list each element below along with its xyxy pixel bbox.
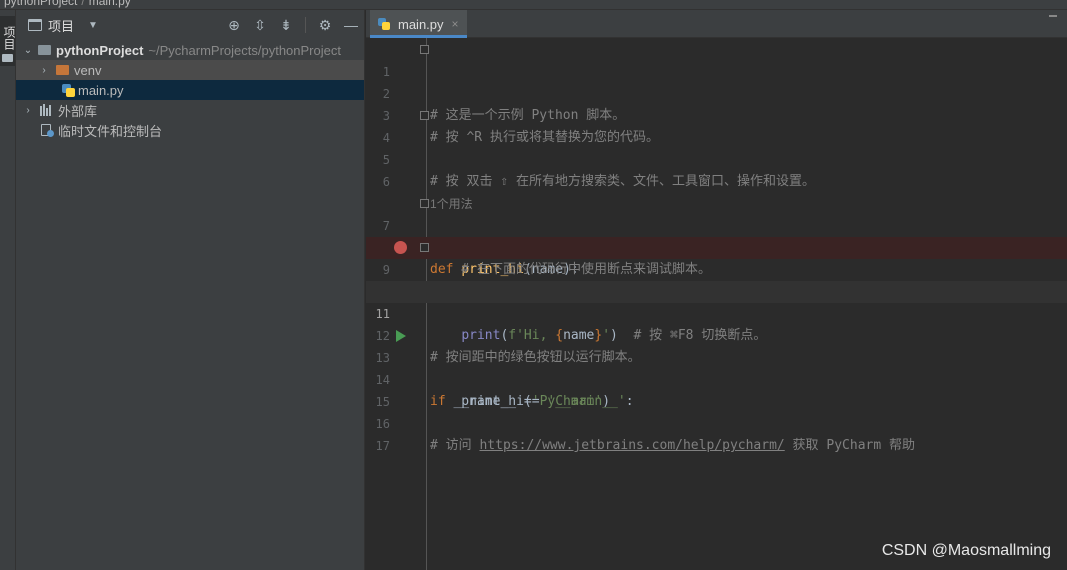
project-panel-title[interactable]: 项目 bbox=[48, 16, 74, 35]
code-line[interactable]: 7 def print_hi(name): bbox=[366, 193, 1067, 277]
collapse-all-icon[interactable]: ⇟ bbox=[279, 18, 293, 32]
code-line[interactable]: 8 # 在下面的代码行中使用断点来调试脚本。 bbox=[366, 215, 1067, 277]
expand-all-icon[interactable]: ⇳ bbox=[253, 18, 267, 32]
ide-window: pythonProject / main.py 项目 项目 ▼ ⊕ ⇳ ⇟ ⚙ … bbox=[0, 0, 1067, 570]
project-panel-toolbar: ⊕ ⇳ ⇟ ⚙ — bbox=[227, 10, 358, 40]
code-line[interactable]: 14 print_hi('PyCharm') bbox=[366, 347, 1067, 409]
breakpoint-icon[interactable] bbox=[394, 241, 408, 255]
breadcrumb-file[interactable]: main.py bbox=[89, 0, 131, 8]
toolbar-divider bbox=[305, 17, 306, 33]
code-line[interactable]: 16 # 访问 https://www.jetbrains.com/help/p… bbox=[366, 391, 1067, 453]
code-line[interactable]: 5 bbox=[366, 127, 1067, 167]
tab-main-py[interactable]: main.py × bbox=[370, 10, 467, 38]
tree-item-label: main.py bbox=[78, 82, 124, 98]
excluded-folder-icon bbox=[56, 65, 69, 75]
code-line-breakpoint[interactable]: 9 print(f'Hi, {name}') # 按 ⌘F8 切换断点。 bbox=[366, 237, 1067, 343]
chevron-down-icon[interactable]: ⌄ bbox=[22, 45, 34, 56]
code-line[interactable]: 6 bbox=[366, 149, 1067, 189]
scratch-console-icon bbox=[40, 123, 54, 137]
code-comment: # 访问 bbox=[430, 438, 480, 453]
folder-icon bbox=[2, 54, 13, 62]
project-root-name: pythonProject bbox=[56, 42, 144, 58]
line-number: 17 bbox=[375, 439, 390, 453]
tree-item-label: venv bbox=[74, 62, 102, 78]
project-root-path: ~/PycharmProjects/pythonProject bbox=[148, 42, 341, 58]
library-icon bbox=[40, 104, 54, 116]
breadcrumb-project[interactable]: pythonProject bbox=[4, 0, 77, 8]
watermark: CSDN @Maosmallming bbox=[881, 542, 1051, 559]
code-line-current[interactable]: 11 bbox=[366, 281, 1067, 321]
code-line[interactable]: 3 # 按 ^R 执行或将其替换为您的代码。 bbox=[366, 83, 1067, 145]
navigation-bar: pythonProject / main.py bbox=[0, 0, 1067, 10]
code-editor[interactable]: 1 # 这是一个示例 Python 脚本。 2 3 # 按 ^R 执行或将其替换… bbox=[366, 38, 1067, 570]
code-line[interactable]: 13 if __name__ == '__main__': bbox=[366, 325, 1067, 409]
scroll-indicator bbox=[1049, 15, 1057, 17]
code-line[interactable]: 17 bbox=[366, 413, 1067, 453]
chevron-right-icon[interactable]: › bbox=[38, 65, 50, 76]
code-line[interactable]: 4 # 按 双击 ⇧ 在所有地方搜索类、文件、工具窗口、操作和设置。 bbox=[366, 105, 1067, 189]
breadcrumb: pythonProject / main.py bbox=[4, 0, 131, 8]
python-file-icon bbox=[62, 83, 75, 97]
tree-item-scratches[interactable]: 临时文件和控制台 bbox=[16, 120, 364, 140]
project-view-icon bbox=[28, 19, 42, 31]
run-icon[interactable] bbox=[394, 329, 408, 343]
project-panel: 项目 ▼ ⊕ ⇳ ⇟ ⚙ — ⌄ pythonProject ~/Pycharm… bbox=[16, 10, 365, 570]
code-comment: 获取 PyCharm 帮助 bbox=[784, 438, 916, 453]
python-file-icon bbox=[378, 18, 390, 30]
inlay-hint-line: 1个用法 bbox=[366, 171, 1067, 211]
code-line[interactable]: 15 bbox=[366, 369, 1067, 409]
code-line[interactable]: 2 bbox=[366, 61, 1067, 101]
close-icon[interactable]: × bbox=[452, 17, 459, 31]
project-tree: ⌄ pythonProject ~/PycharmProjects/python… bbox=[16, 40, 364, 140]
tree-item-external-libraries[interactable]: › 外部库 bbox=[16, 100, 364, 120]
locate-icon[interactable]: ⊕ bbox=[227, 18, 241, 32]
tree-item-main-py[interactable]: main.py bbox=[16, 80, 364, 100]
left-tool-strip: 项目 bbox=[0, 10, 16, 570]
fold-marker[interactable] bbox=[420, 45, 429, 54]
hide-icon[interactable]: — bbox=[344, 18, 358, 32]
code-line[interactable]: 10 bbox=[366, 259, 1067, 299]
editor-tab-bar: main.py × bbox=[366, 10, 1067, 38]
project-tool-tab[interactable]: 项目 bbox=[0, 16, 16, 66]
tab-label: main.py bbox=[398, 16, 444, 32]
fold-marker[interactable] bbox=[420, 111, 429, 120]
tree-item-project-root[interactable]: ⌄ pythonProject ~/PycharmProjects/python… bbox=[16, 40, 364, 60]
help-link[interactable]: https://www.jetbrains.com/help/pycharm/ bbox=[479, 438, 784, 453]
chevron-down-icon[interactable]: ▼ bbox=[88, 20, 98, 31]
gear-icon[interactable]: ⚙ bbox=[318, 18, 332, 32]
breadcrumb-separator: / bbox=[81, 0, 85, 8]
tree-item-label: 临时文件和控制台 bbox=[58, 123, 163, 139]
project-panel-header: 项目 ▼ ⊕ ⇳ ⇟ ⚙ — bbox=[16, 10, 364, 40]
fold-marker[interactable] bbox=[420, 243, 429, 252]
folder-icon bbox=[38, 45, 51, 55]
tree-item-venv[interactable]: › venv bbox=[16, 60, 364, 80]
fold-marker[interactable] bbox=[420, 199, 429, 208]
code-text: # 访问 https://www.jetbrains.com/help/pych… bbox=[430, 435, 915, 457]
code-line[interactable]: 1 # 这是一个示例 Python 脚本。 bbox=[366, 39, 1067, 123]
code-line[interactable]: 12 # 按间距中的绿色按钮以运行脚本。 bbox=[366, 303, 1067, 365]
chevron-right-icon[interactable]: › bbox=[22, 105, 34, 116]
tree-item-label: 外部库 bbox=[58, 103, 98, 119]
editor-area: main.py × 1 # 这是一个示例 Python 脚本。 2 3 # 按 … bbox=[366, 10, 1067, 570]
